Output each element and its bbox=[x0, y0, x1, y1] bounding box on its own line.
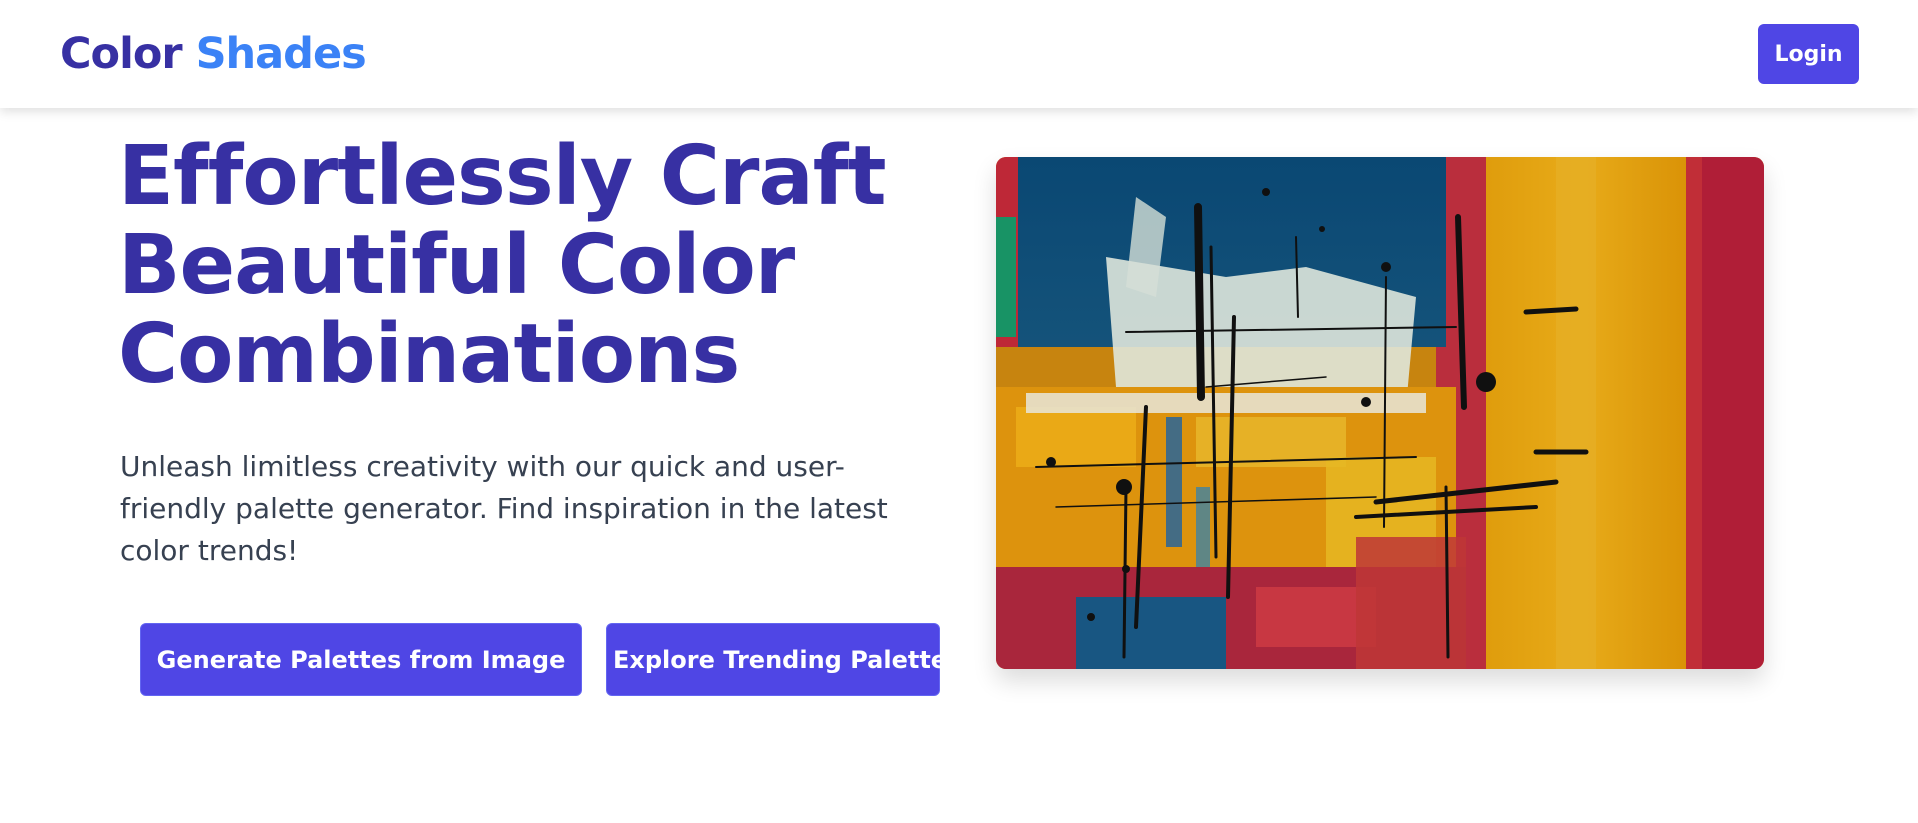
login-button[interactable]: Login bbox=[1758, 24, 1859, 84]
abstract-painting-image bbox=[996, 157, 1764, 669]
hero-description-line: color trends! bbox=[120, 534, 299, 567]
logo-word-shades: Shades bbox=[195, 29, 367, 79]
hero-title-line: Beautiful Color bbox=[118, 218, 795, 313]
logo[interactable]: Color Shades bbox=[60, 26, 367, 82]
hero-title-line: Combinations bbox=[118, 307, 740, 402]
hero-description-line: Unleash limitless creativity with our qu… bbox=[120, 450, 845, 483]
hero-description-line: friendly palette generator. Find inspira… bbox=[120, 492, 888, 525]
hero-title-line: Effortlessly Craft bbox=[118, 129, 887, 224]
hero-image bbox=[996, 157, 1764, 669]
generate-palettes-button[interactable]: Generate Palettes from Image bbox=[140, 623, 582, 696]
explore-trending-button[interactable]: Explore Trending Palettes bbox=[606, 623, 961, 696]
logo-word-color: Color bbox=[60, 29, 183, 79]
navbar: Color Shades Login bbox=[0, 0, 1918, 108]
hero-description: Unleash limitless creativity with our qu… bbox=[120, 446, 940, 572]
hero-title: Effortlessly Craft Beautiful Color Combi… bbox=[118, 132, 978, 399]
